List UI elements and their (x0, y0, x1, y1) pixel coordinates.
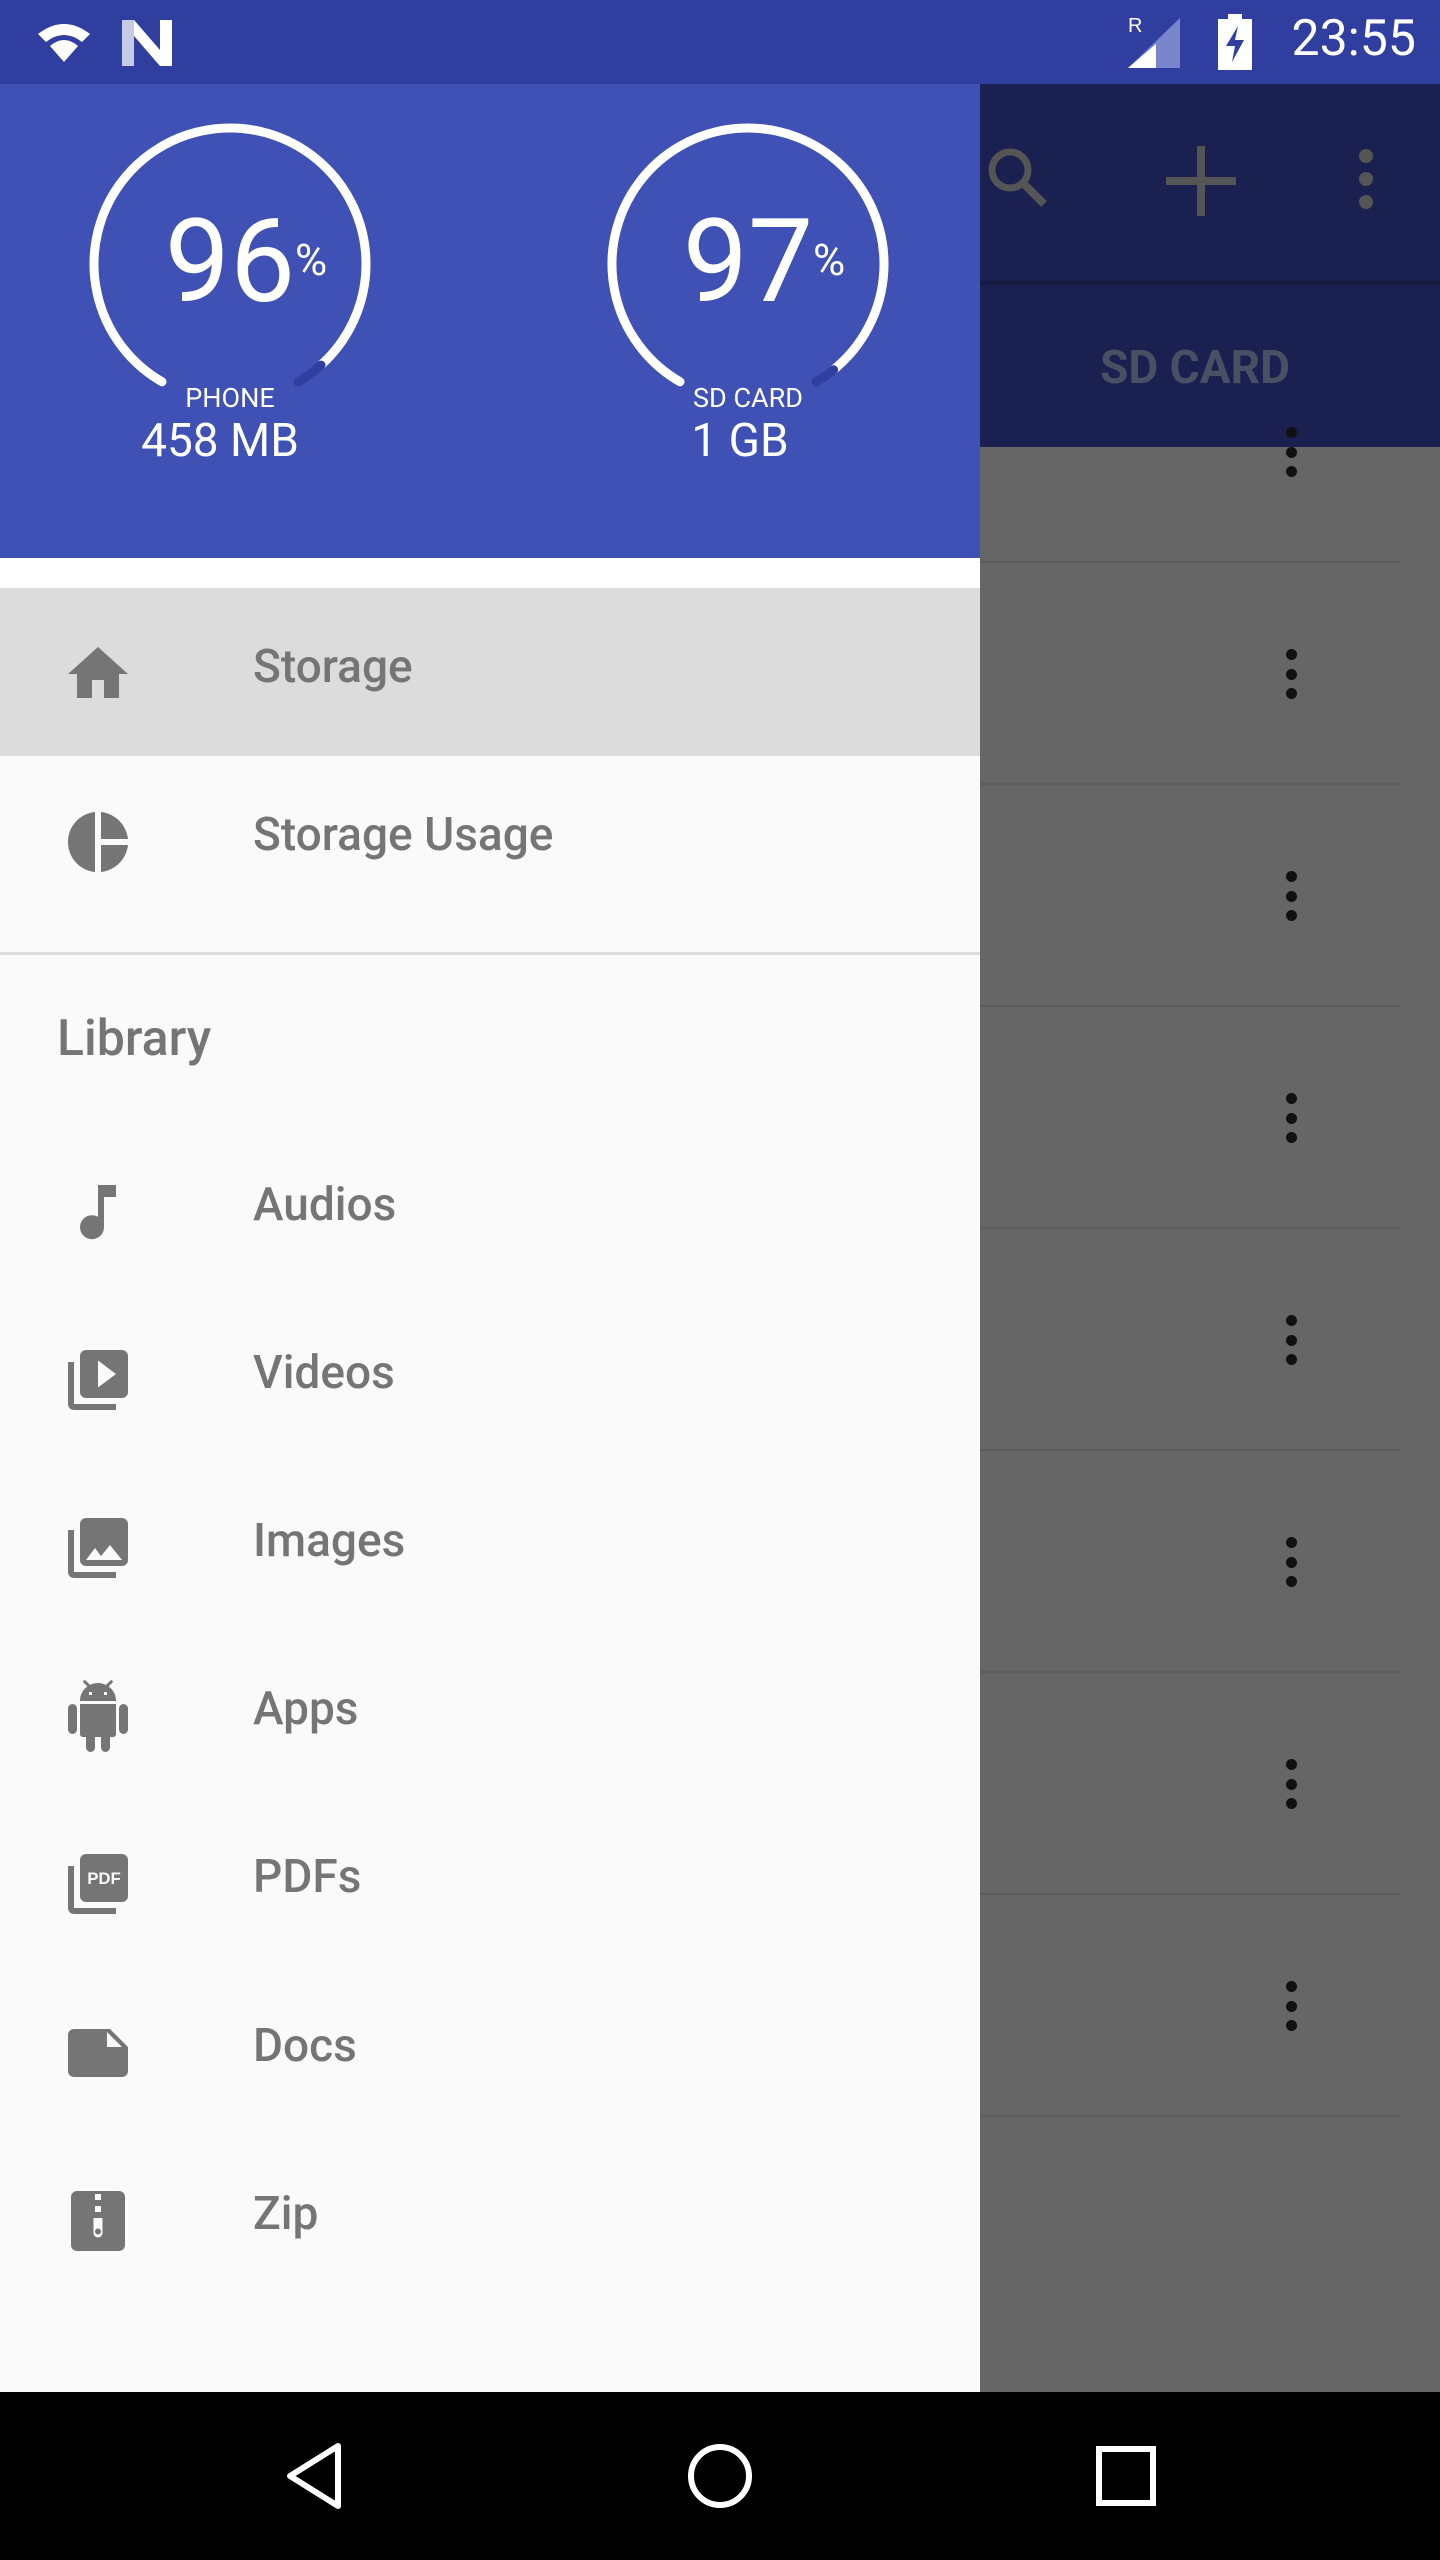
drawer-item-storage[interactable]: Storage (0, 588, 980, 756)
wifi-icon (38, 24, 90, 62)
drawer-item-pdfs[interactable]: PDF PDFs (0, 1798, 980, 1966)
drawer-item-videos[interactable]: Videos (0, 1294, 980, 1462)
drawer-header: 96 % PHONE 458 MB 97 % SD CARD 1 GB (0, 84, 980, 558)
file-list-row[interactable] (980, 563, 1400, 785)
back-icon[interactable] (284, 2442, 344, 2510)
n-notification-icon (122, 20, 172, 66)
more-vert-icon[interactable] (1285, 1537, 1297, 1587)
file-list-row[interactable] (980, 341, 1400, 563)
drawer-item-label: Videos (253, 1346, 395, 1400)
navigation-drawer: 96 % PHONE 458 MB 97 % SD CARD 1 GB Stor… (0, 84, 980, 2392)
navigation-bar (0, 2392, 1440, 2560)
file-list (980, 427, 1440, 2392)
gauge-percent: 96 (164, 194, 296, 330)
file-list-row[interactable] (980, 785, 1400, 1007)
background-toolbar (980, 84, 1440, 281)
drawer-item-docs[interactable]: Docs (0, 1967, 980, 2135)
percent-sign: % (813, 234, 846, 286)
drawer-item-label: Apps (253, 1682, 359, 1736)
drawer-item-images[interactable]: Images (0, 1462, 980, 1630)
gauge-label: SD CARD (693, 382, 803, 414)
more-vert-icon[interactable] (1285, 1759, 1297, 1809)
drawer-item-apps[interactable]: Apps (0, 1630, 980, 1798)
percent-sign: % (295, 234, 328, 286)
more-vert-icon[interactable] (1285, 427, 1297, 477)
signal-roaming-icon: R (1128, 15, 1180, 68)
pie-chart-icon (68, 812, 128, 872)
drawer-item-label: Audios (253, 1178, 397, 1232)
doc-icon (68, 2029, 128, 2077)
divider (0, 952, 980, 955)
svg-text:R: R (1128, 15, 1142, 37)
more-vert-icon[interactable] (1285, 871, 1297, 921)
battery-charging-icon (1218, 14, 1252, 70)
drawer-item-storage-usage[interactable]: Storage Usage (0, 756, 980, 924)
more-vert-icon[interactable] (1285, 1315, 1297, 1365)
home-icon[interactable] (686, 2442, 754, 2510)
file-list-row[interactable] (980, 1229, 1400, 1451)
more-vert-icon[interactable] (1358, 148, 1374, 210)
phone-gauge[interactable]: 96 % PHONE (80, 114, 380, 454)
more-vert-icon[interactable] (1285, 1093, 1297, 1143)
gauge-percent: 97 (682, 194, 814, 330)
sd-card-size: 1 GB (691, 414, 789, 468)
zip-icon (71, 2191, 125, 2251)
drawer-item-audios[interactable]: Audios (0, 1126, 980, 1294)
clock: 23:55 (1291, 10, 1416, 68)
svg-text:PDF: PDF (87, 1869, 121, 1888)
drawer-item-zip[interactable]: Zip (0, 2135, 980, 2303)
phone-size: 458 MB (141, 414, 299, 468)
header-spacer (0, 558, 980, 588)
file-list-row[interactable] (980, 1007, 1400, 1229)
drawer-item-label: PDFs (253, 1850, 362, 1904)
drawer-item-label: Images (253, 1514, 406, 1568)
more-vert-icon[interactable] (1285, 1981, 1297, 2031)
android-icon (68, 1680, 128, 1752)
pdf-icon: PDF (68, 1854, 128, 1914)
gauge-label: PHONE (185, 382, 275, 414)
home-icon (68, 647, 128, 698)
file-list-row[interactable] (980, 1673, 1400, 1895)
status-bar: R 23:55 (0, 0, 1440, 84)
recents-icon[interactable] (1096, 2446, 1156, 2506)
add-icon[interactable] (1166, 146, 1236, 216)
library-heading: Library (57, 1010, 212, 1068)
photo-library-icon (68, 1518, 128, 1578)
drawer-item-label: Storage Usage (253, 808, 554, 862)
file-list-row[interactable] (980, 1451, 1400, 1673)
video-library-icon (68, 1350, 128, 1410)
sd-card-gauge[interactable]: 97 % SD CARD (598, 114, 898, 454)
search-icon[interactable] (986, 146, 1050, 210)
file-list-row[interactable] (980, 1895, 1400, 2117)
drawer-item-label: Docs (253, 2019, 357, 2073)
drawer-item-label: Storage (253, 640, 413, 694)
more-vert-icon[interactable] (1285, 649, 1297, 699)
drawer-item-label: Zip (253, 2187, 319, 2241)
music-note-icon (80, 1185, 116, 1240)
